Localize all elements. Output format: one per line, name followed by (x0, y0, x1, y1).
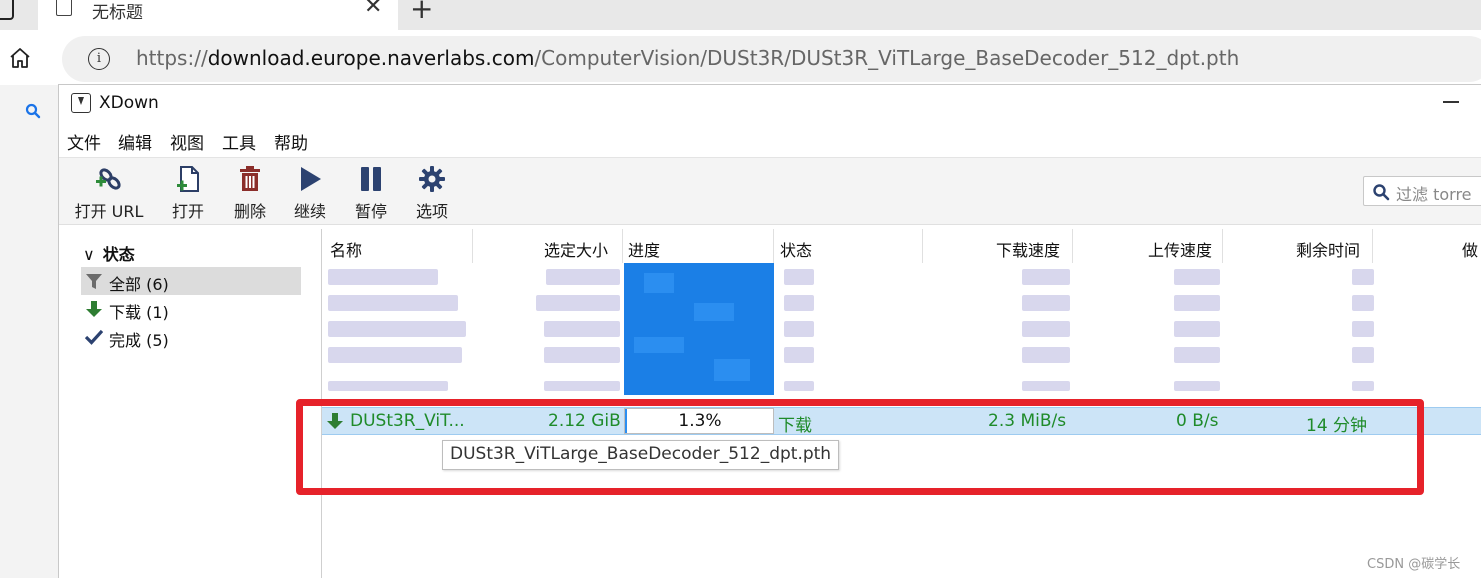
pause-label: 暂停 (354, 202, 387, 221)
open-file-button[interactable]: 打开 (165, 164, 211, 222)
open-url-button[interactable]: 打开 URL (73, 164, 145, 222)
status-item-downloading[interactable]: 下载 (1) (81, 295, 301, 323)
filter-placeholder: 过滤 torre (1396, 185, 1472, 204)
xdown-app-icon (71, 93, 91, 113)
obscured-row[interactable] (322, 315, 1481, 343)
open-url-label: 打开 URL (74, 202, 144, 221)
browser-tab-bar: 无标题 ✕ + (0, 0, 1481, 30)
status-item-completed[interactable]: 完成 (5) (81, 323, 301, 351)
obscured-row[interactable] (322, 341, 1481, 369)
tab-title: 无标题 (92, 3, 143, 23)
status-pane: ∨ 状态 全部 (6) 下载 (1) 完成 (5) (67, 229, 311, 578)
minimize-icon[interactable] (1443, 101, 1459, 103)
window-title-bar: XDown (59, 85, 1481, 121)
toolbar: 打开 URL 打开 删除 继续 暂停 选项 过滤 torre (59, 157, 1481, 225)
column-separator (1222, 229, 1223, 263)
obscured-row[interactable] (322, 369, 1481, 397)
new-tab-icon[interactable]: + (410, 0, 433, 25)
menu-bar: 文件 编辑 视图 工具 帮助 (59, 125, 1481, 155)
file-add-icon (177, 166, 199, 192)
obscured-progress-block (624, 263, 774, 395)
xdown-window: XDown 文件 编辑 视图 工具 帮助 打开 URL 打开 删除 继续 暂停 … (58, 84, 1481, 578)
check-icon (85, 329, 103, 345)
pause-button[interactable]: 暂停 (348, 164, 394, 222)
trash-icon (240, 166, 260, 191)
column-download-speed[interactable]: 下载速度 (996, 237, 1060, 263)
search-icon[interactable] (25, 103, 41, 119)
info-icon[interactable]: i (88, 48, 110, 70)
watermark: CSDN @碳学长 (1367, 557, 1461, 572)
chevron-down-icon[interactable]: ∨ (83, 245, 95, 264)
screenshot-root: 无标题 ✕ + i https://download.europe.naverl… (0, 0, 1481, 578)
column-eta[interactable]: 剩余时间 (1296, 237, 1360, 263)
resume-button[interactable]: 继续 (287, 164, 333, 222)
status-header[interactable]: ∨ 状态 (83, 241, 135, 265)
obscured-row[interactable] (322, 263, 1481, 291)
menu-help[interactable]: 帮助 (274, 129, 308, 154)
column-separator (472, 229, 473, 263)
pause-icon (361, 167, 381, 191)
menu-view[interactable]: 视图 (170, 129, 204, 154)
column-separator (1372, 229, 1373, 263)
status-item-completed-label: 完成 (5) (109, 331, 169, 350)
browser-nav-bar: i https://download.europe.naverlabs.com/… (0, 30, 1481, 85)
search-icon (1373, 184, 1390, 201)
home-icon[interactable] (8, 46, 32, 70)
column-extra[interactable]: 做 (1462, 237, 1478, 263)
options-label: 选项 (415, 202, 448, 221)
column-separator (1072, 229, 1073, 263)
column-separator (773, 229, 774, 263)
obscured-row[interactable] (322, 289, 1481, 317)
url-text[interactable]: https://download.europe.naverlabs.com/Co… (136, 46, 1239, 70)
status-item-all-label: 全部 (6) (109, 275, 169, 294)
tab-close-icon[interactable]: ✕ (364, 0, 382, 19)
status-item-downloading-label: 下载 (1) (109, 303, 169, 322)
column-separator (922, 229, 923, 263)
download-arrow-icon (86, 301, 102, 317)
delete-label: 删除 (233, 202, 266, 221)
column-size[interactable]: 选定大小 (544, 237, 608, 263)
play-icon (301, 167, 321, 191)
menu-tools[interactable]: 工具 (222, 129, 256, 154)
window-control-icon[interactable] (0, 0, 14, 20)
options-button[interactable]: 选项 (409, 164, 455, 222)
address-bar[interactable]: i https://download.europe.naverlabs.com/… (62, 36, 1481, 82)
browser-tab[interactable]: 无标题 ✕ (38, 0, 398, 30)
filter-input[interactable]: 过滤 torre (1363, 176, 1481, 206)
resume-label: 继续 (293, 202, 326, 221)
status-item-all[interactable]: 全部 (6) (81, 267, 301, 295)
gear-icon (419, 166, 445, 192)
highlight-box (296, 399, 1424, 495)
delete-button[interactable]: 删除 (227, 164, 273, 222)
open-file-label: 打开 (171, 202, 204, 221)
window-title: XDown (99, 93, 159, 113)
column-status[interactable]: 状态 (780, 237, 812, 263)
menu-file[interactable]: 文件 (67, 129, 101, 154)
browser-side-strip (0, 85, 58, 578)
page-icon (56, 0, 72, 16)
column-progress[interactable]: 进度 (628, 237, 660, 263)
link-add-icon (96, 168, 121, 190)
column-separator (622, 229, 623, 263)
filter-icon (86, 274, 102, 289)
column-upload-speed[interactable]: 上传速度 (1148, 237, 1212, 263)
menu-edit[interactable]: 编辑 (118, 129, 152, 154)
column-name[interactable]: 名称 (330, 237, 362, 263)
